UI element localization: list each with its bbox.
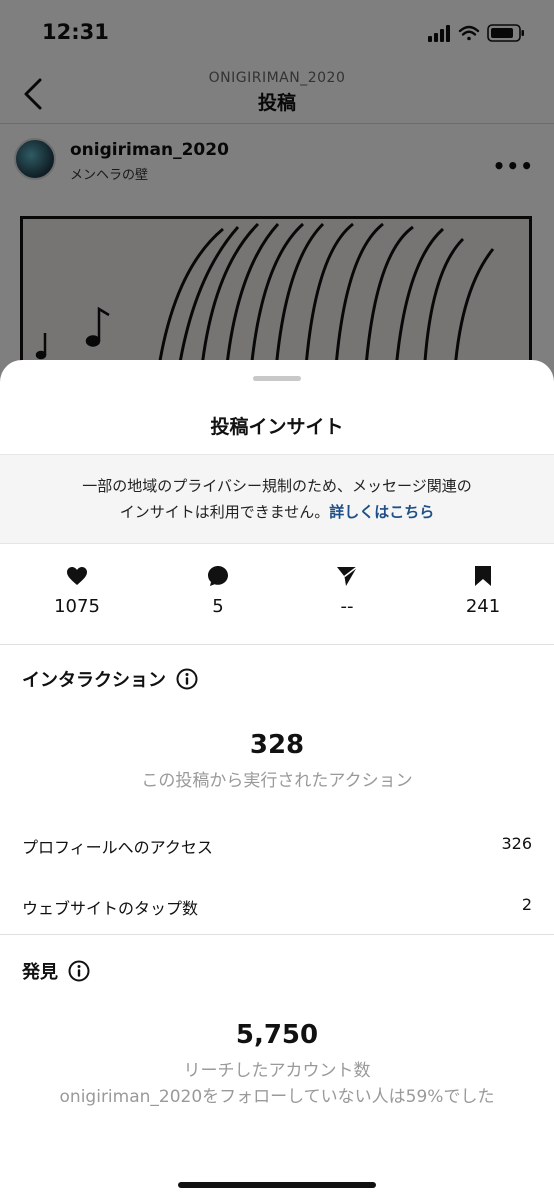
interactions-section-title: インタラクション — [22, 666, 198, 692]
learn-more-link[interactable]: 詳しくはこちら — [329, 503, 434, 521]
info-icon[interactable] — [176, 668, 198, 690]
profile-visits-value: 326 — [501, 834, 532, 853]
interactions-total-label: この投稿から実行されたアクション — [141, 771, 413, 791]
stat-shares: -- — [297, 564, 397, 617]
discovery-section-title: 発見 — [22, 958, 90, 984]
stat-saves: 241 — [433, 564, 533, 617]
saves-count: 241 — [465, 596, 501, 617]
insights-sheet: 投稿インサイト 一部の地域のプライバシー規制のため、メッセージ関連の インサイト… — [0, 360, 554, 1200]
comments-count: 5 — [212, 596, 224, 617]
bookmark-icon — [475, 566, 491, 586]
comment-icon — [208, 566, 228, 586]
reach-total: 5,750 — [235, 1020, 319, 1050]
stat-comments: 5 — [168, 564, 268, 617]
notice-text-line1: 一部の地域のプライバシー規制のため、メッセージ関連の — [82, 477, 472, 495]
home-indicator[interactable] — [178, 1182, 376, 1188]
non-follower-note: onigiriman_2020をフォローしていない人は59%でした — [59, 1087, 495, 1107]
website-taps-value: 2 — [521, 895, 532, 914]
likes-count: 1075 — [54, 596, 100, 617]
info-icon[interactable] — [68, 960, 90, 982]
reach-label: リーチしたアカウント数 — [183, 1061, 371, 1081]
stats-row: 1075 5 -- 241 — [0, 544, 554, 645]
section-divider — [0, 934, 554, 935]
interactions-total: 328 — [249, 730, 305, 760]
interactions-title: インタラクション — [22, 670, 166, 691]
notice-text-line2: インサイトは利用できません。詳しくはこちら — [0, 499, 554, 525]
website-taps-label: ウェブサイトのタップ数 — [22, 899, 199, 918]
discovery-title: 発見 — [22, 962, 58, 983]
heart-icon — [67, 567, 87, 585]
sheet-grabber[interactable] — [253, 376, 301, 381]
shares-count: -- — [340, 596, 354, 617]
profile-visits-label: プロフィールへのアクセス — [22, 838, 213, 857]
notice-text: インサイトは利用できません。 — [119, 503, 330, 521]
privacy-notice: 一部の地域のプライバシー規制のため、メッセージ関連の インサイトは利用できません… — [0, 454, 554, 544]
sheet-title: 投稿インサイト — [210, 416, 344, 438]
stat-likes: 1075 — [27, 564, 127, 617]
send-icon — [337, 566, 358, 586]
